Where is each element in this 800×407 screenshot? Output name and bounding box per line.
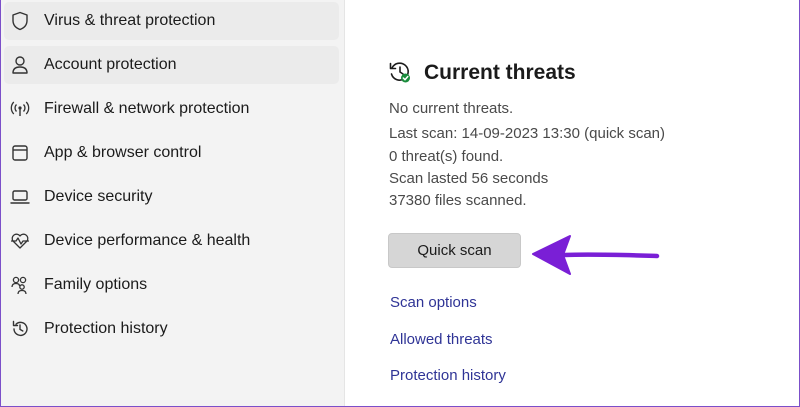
status-last-scan: Last scan: 14-09-2023 13:30 (quick scan) [389,125,665,142]
sidebar-item-app-browser-control[interactable]: App & browser control [4,134,339,172]
status-files-scanned: 37380 files scanned. [389,192,527,209]
sidebar-item-label: Virus & threat protection [44,12,216,29]
sidebar-item-family-options[interactable]: Family options [4,266,339,304]
scan-options-link[interactable]: Scan options [390,294,477,311]
sidebar: Virus & threat protection Account protec… [1,0,344,406]
quick-scan-button[interactable]: Quick scan [388,233,521,268]
sidebar-item-device-security[interactable]: Device security [4,178,339,216]
status-threats-found: 0 threat(s) found. [389,148,504,165]
shield-icon [10,11,30,31]
clock-check-icon [388,60,412,84]
person-icon [10,55,30,75]
main-content: Current threats No current threats. Last… [345,0,799,406]
page-title: Current threats [424,61,576,84]
clipped-link-text [445,0,765,5]
antenna-icon [10,99,30,119]
sidebar-item-label: App & browser control [44,144,202,161]
sidebar-item-label: Protection history [44,320,168,337]
sidebar-item-label: Device performance & health [44,232,251,249]
sidebar-item-label: Device security [44,188,153,205]
allowed-threats-link[interactable]: Allowed threats [390,331,493,348]
sidebar-item-label: Firewall & network protection [44,100,250,117]
laptop-icon [10,187,30,207]
sidebar-item-device-performance-health[interactable]: Device performance & health [4,222,339,260]
heart-pulse-icon [10,231,30,251]
status-no-threats: No current threats. [389,100,514,117]
sidebar-item-label: Family options [44,276,148,293]
sidebar-item-firewall-network-protection[interactable]: Firewall & network protection [4,90,339,128]
status-scan-duration: Scan lasted 56 seconds [389,170,549,187]
sidebar-item-protection-history[interactable]: Protection history [4,310,339,348]
arrow-left-icon [532,235,660,275]
family-icon [10,275,30,295]
sidebar-item-account-protection[interactable]: Account protection [4,46,339,84]
sidebar-item-label: Account protection [44,56,177,73]
protection-history-link[interactable]: Protection history [390,367,506,384]
browser-window-icon [10,143,30,163]
sidebar-item-virus-threat-protection[interactable]: Virus & threat protection [4,2,339,40]
history-icon [10,319,30,339]
